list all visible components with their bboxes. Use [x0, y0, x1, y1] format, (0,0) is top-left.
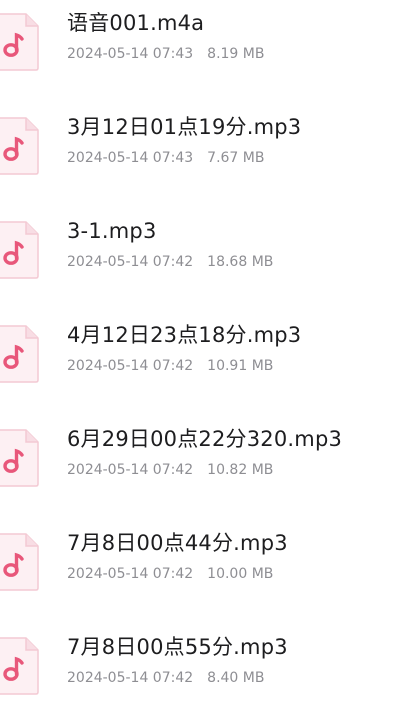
file-row[interactable]: 3月12日01点19分.mp3 2024-05-14 07:43 7.67 MB — [0, 104, 397, 190]
file-meta: 2024-05-14 07:42 8.40 MB — [67, 668, 264, 688]
file-row[interactable]: 语音001.m4a 2024-05-14 07:43 8.19 MB — [0, 0, 397, 86]
music-file-icon — [0, 116, 40, 176]
file-size: 10.00 MB — [207, 566, 274, 582]
file-name: 3月12日01点19分.mp3 — [67, 115, 302, 139]
file-name: 7月8日00点55分.mp3 — [67, 635, 288, 659]
music-file-icon — [0, 636, 40, 696]
file-row[interactable]: 6月29日00点22分320.mp3 2024-05-14 07:42 10.82… — [0, 416, 397, 502]
file-date: 2024-05-14 07:42 — [67, 254, 194, 270]
file-name: 3-1.mp3 — [67, 219, 157, 243]
file-size: 10.82 MB — [207, 462, 274, 478]
file-date: 2024-05-14 07:42 — [67, 462, 194, 478]
music-file-icon — [0, 12, 40, 72]
file-name: 7月8日00点44分.mp3 — [67, 531, 288, 555]
file-meta: 2024-05-14 07:42 10.91 MB — [67, 356, 273, 376]
file-size: 18.68 MB — [207, 254, 274, 270]
file-name: 6月29日00点22分320.mp3 — [67, 427, 343, 451]
file-row[interactable]: 4月12日23点18分.mp3 2024-05-14 07:42 10.91 MB — [0, 312, 397, 398]
music-file-icon — [0, 324, 40, 384]
file-date: 2024-05-14 07:43 — [67, 46, 194, 62]
file-row[interactable]: 7月8日00点44分.mp3 2024-05-14 07:42 10.00 MB — [0, 520, 397, 606]
file-date: 2024-05-14 07:42 — [67, 358, 194, 374]
file-date: 2024-05-14 07:42 — [67, 566, 194, 582]
file-date: 2024-05-14 07:42 — [67, 670, 194, 686]
file-size: 10.91 MB — [207, 358, 274, 374]
file-name: 语音001.m4a — [67, 11, 205, 35]
file-date: 2024-05-14 07:43 — [67, 150, 194, 166]
file-meta: 2024-05-14 07:43 7.67 MB — [67, 148, 264, 168]
file-meta: 2024-05-14 07:43 8.19 MB — [67, 44, 264, 64]
file-meta: 2024-05-14 07:42 10.00 MB — [67, 564, 273, 584]
file-size: 7.67 MB — [207, 150, 265, 166]
file-row[interactable]: 3-1.mp3 2024-05-14 07:42 18.68 MB — [0, 208, 397, 294]
file-meta: 2024-05-14 07:42 18.68 MB — [67, 252, 273, 272]
file-size: 8.40 MB — [207, 670, 265, 686]
file-name: 4月12日23点18分.mp3 — [67, 323, 302, 347]
file-size: 8.19 MB — [207, 46, 265, 62]
music-file-icon — [0, 532, 40, 592]
music-file-icon — [0, 428, 40, 488]
file-row[interactable]: 7月8日00点55分.mp3 2024-05-14 07:42 8.40 MB — [0, 624, 397, 710]
file-list: 语音001.m4a 2024-05-14 07:43 8.19 MB 3月12日0… — [0, 0, 397, 705]
file-meta: 2024-05-14 07:42 10.82 MB — [67, 460, 273, 480]
music-file-icon — [0, 220, 40, 280]
